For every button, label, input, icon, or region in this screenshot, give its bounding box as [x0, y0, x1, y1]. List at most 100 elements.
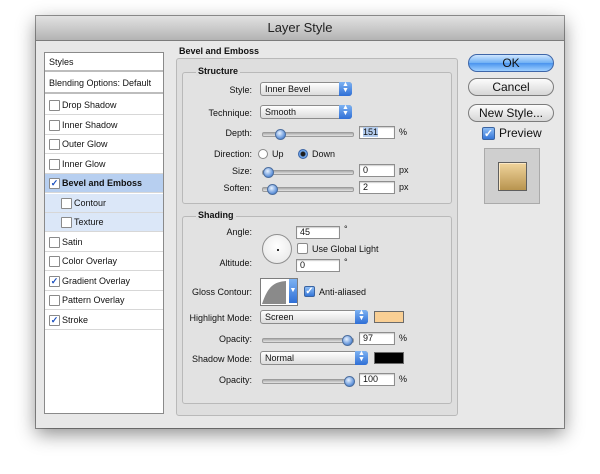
shadow-opacity-slider[interactable]	[262, 376, 355, 387]
style-item[interactable]: Satin	[45, 233, 163, 252]
direction-down-label: Down	[312, 149, 336, 159]
style-item-label: Inner Glow	[62, 158, 106, 169]
style-item-checkbox[interactable]	[49, 119, 60, 131]
style-item-checkbox[interactable]	[49, 139, 60, 150]
blending-options-item[interactable]: Blending Options: Default	[45, 74, 163, 94]
style-item[interactable]: Inner Glow	[45, 155, 163, 174]
size-field[interactable]: 0	[359, 164, 395, 177]
style-item-checkbox[interactable]: ✓	[49, 314, 60, 326]
depth-field[interactable]: 151	[359, 126, 395, 139]
technique-popup[interactable]: Smooth ▲ ▼	[260, 104, 352, 119]
shadow-mode-popup[interactable]: Normal ▲ ▼	[260, 350, 368, 365]
highlight-mode-popup[interactable]: Screen ▲ ▼	[260, 309, 368, 324]
style-item[interactable]: ✓ Bevel and Emboss	[45, 174, 163, 193]
soften-unit: px	[399, 182, 409, 192]
shadow-mode-label: Shadow Mode:	[191, 354, 252, 364]
size-slider[interactable]	[262, 167, 354, 178]
popup-arrows-icon: ▲ ▼	[339, 104, 352, 119]
highlight-opacity-knob[interactable]	[341, 335, 353, 346]
shadow-mode-value: Normal	[265, 353, 295, 363]
anti-aliased-label: Anti-aliased	[319, 287, 367, 297]
soften-label: Soften:	[223, 183, 252, 193]
new-style-button[interactable]: New Style...	[468, 104, 554, 122]
highlight-opacity-unit: %	[399, 333, 408, 343]
contour-curve-icon	[262, 281, 286, 304]
styles-header[interactable]: Styles	[45, 53, 163, 72]
style-item-label: Outer Glow	[62, 139, 108, 149]
style-label: Style:	[229, 85, 252, 95]
style-item-checkbox[interactable]	[61, 217, 72, 228]
dropdown-arrow-icon[interactable]: ▼	[289, 279, 297, 303]
style-item[interactable]: Pattern Overlay	[45, 291, 163, 310]
style-item-label: Color Overlay	[62, 256, 118, 266]
altitude-label: Altitude:	[219, 258, 252, 268]
altitude-field[interactable]: 0	[296, 259, 340, 272]
preview-swatch	[498, 162, 527, 191]
style-value: Inner Bevel	[265, 84, 311, 94]
depth-slider[interactable]	[262, 129, 354, 140]
depth-value: 151	[363, 127, 379, 137]
preview-checkbox[interactable]: ✓	[482, 127, 495, 140]
style-item[interactable]: Contour	[45, 193, 163, 213]
ok-button[interactable]: OK	[468, 54, 554, 72]
style-item-label: Contour	[74, 197, 107, 208]
shadow-opacity-field[interactable]: 100	[359, 373, 395, 386]
style-item[interactable]: Inner Shadow	[45, 116, 163, 135]
cancel-button[interactable]: Cancel	[468, 78, 554, 96]
style-item[interactable]: Texture	[45, 213, 163, 232]
style-item[interactable]: Drop Shadow	[45, 96, 163, 115]
style-item-checkbox[interactable]	[61, 197, 72, 209]
gloss-contour-thumbnail[interactable]: ▼	[260, 278, 298, 306]
style-item-checkbox[interactable]: ✓	[49, 275, 60, 287]
style-item[interactable]: ✓ Gradient Overlay	[45, 272, 163, 291]
soften-field[interactable]: 2	[359, 181, 395, 194]
style-item-checkbox[interactable]	[49, 158, 60, 170]
soften-slider-knob[interactable]	[267, 184, 279, 195]
shadow-color-swatch[interactable]	[374, 352, 404, 364]
style-item-checkbox[interactable]: ✓	[49, 178, 60, 189]
angle-field[interactable]: 45	[296, 226, 340, 239]
angle-dial-center	[277, 249, 279, 251]
anti-aliased-checkbox[interactable]: ✓	[304, 286, 315, 297]
styles-list: Styles Blending Options: Default Drop Sh…	[44, 52, 164, 414]
highlight-opacity-label: Opacity:	[218, 334, 252, 344]
global-light-checkbox[interactable]	[297, 243, 308, 254]
highlight-mode-label: Highlight Mode:	[189, 313, 252, 323]
style-item-checkbox[interactable]	[49, 295, 60, 306]
style-item-checkbox[interactable]	[49, 236, 60, 248]
direction-up-label: Up	[272, 149, 284, 159]
preview-box	[484, 148, 540, 204]
style-item[interactable]: ✓ Stroke	[45, 311, 163, 330]
angle-dial[interactable]	[262, 234, 292, 264]
style-item[interactable]: Outer Glow	[45, 135, 163, 154]
popup-arrows-icon: ▲ ▼	[339, 81, 352, 96]
panel-title: Bevel and Emboss	[179, 46, 260, 56]
style-item-checkbox[interactable]	[49, 100, 60, 111]
style-item[interactable]: Color Overlay	[45, 252, 163, 271]
style-item-label: Texture	[74, 217, 104, 227]
direction-up-radio[interactable]	[258, 149, 268, 159]
style-item-label: Inner Shadow	[62, 119, 118, 130]
preview-label: Preview	[499, 126, 542, 140]
highlight-opacity-field[interactable]: 97	[359, 332, 395, 345]
style-item-label: Satin	[62, 236, 83, 247]
direction-down-radio[interactable]	[298, 149, 308, 159]
style-item-checkbox[interactable]	[49, 256, 60, 267]
technique-label: Technique:	[208, 108, 252, 118]
size-label: Size:	[231, 166, 252, 176]
style-item-label: Gradient Overlay	[62, 275, 131, 286]
style-item-label: Stroke	[62, 314, 89, 325]
soften-slider[interactable]	[262, 184, 354, 195]
style-item-label: Pattern Overlay	[62, 295, 125, 305]
popup-arrows-icon: ▲ ▼	[355, 350, 368, 365]
direction-label: Direction:	[213, 149, 252, 159]
angle-unit: °	[344, 224, 348, 234]
shadow-opacity-knob[interactable]	[344, 376, 355, 387]
size-slider-knob[interactable]	[263, 167, 274, 178]
size-unit: px	[399, 165, 409, 175]
highlight-color-swatch[interactable]	[374, 311, 404, 323]
style-popup[interactable]: Inner Bevel ▲ ▼	[260, 81, 352, 96]
highlight-opacity-slider[interactable]	[262, 335, 354, 346]
popup-arrows-icon: ▲ ▼	[355, 309, 368, 324]
shadow-opacity-label: Opacity:	[218, 375, 252, 385]
